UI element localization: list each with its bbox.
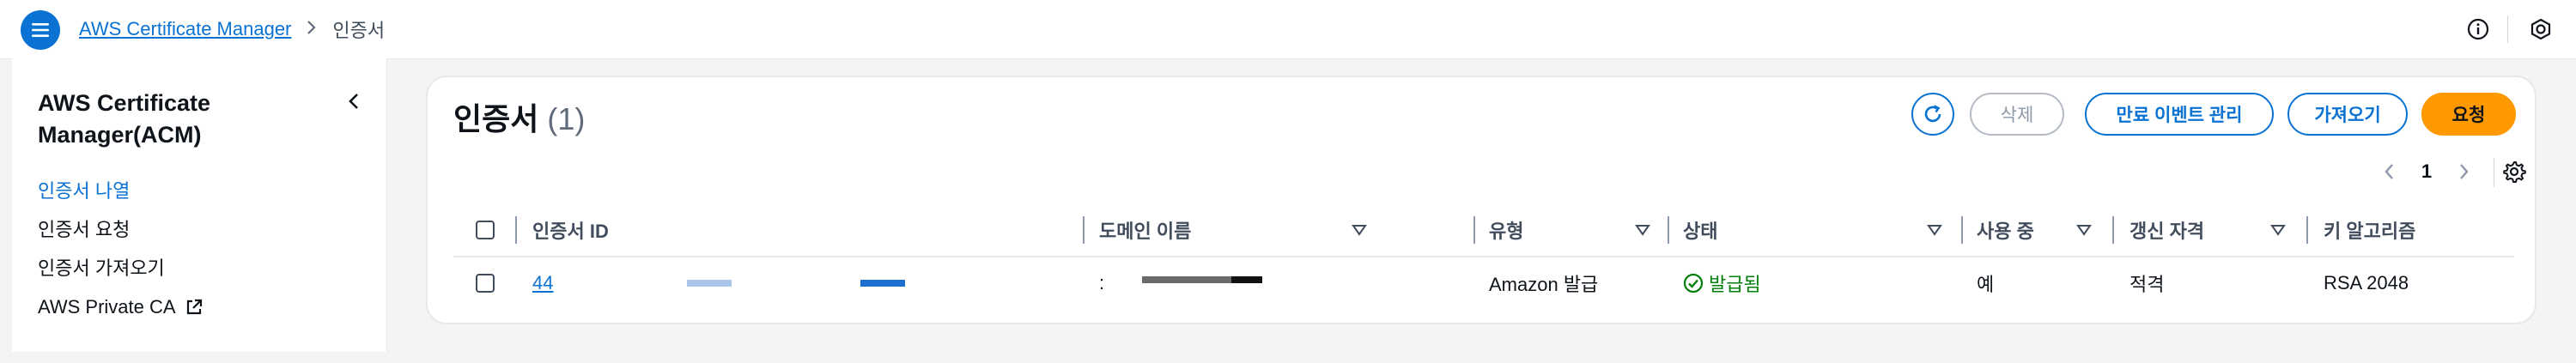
column-header-renewal-eligibility[interactable]: 갱신 자격 (2129, 204, 2204, 256)
topbar-divider (2507, 15, 2508, 43)
table-row[interactable]: 44 : Amazon 발급 발급됨 예 적격 RSA 2048 (453, 257, 2514, 309)
domain-name-cell: : (1099, 272, 1105, 293)
notifications-icon[interactable] (2529, 17, 2553, 41)
column-divider (2112, 216, 2114, 244)
sidebar-item-list-certificates[interactable]: 인증서 나열 (38, 172, 204, 210)
chevron-left-icon (349, 94, 358, 109)
request-button[interactable]: 요청 (2421, 93, 2516, 136)
renewal-eligibility-cell: 적격 (2129, 274, 2165, 295)
top-breadcrumb-bar: AWS Certificate Manager 인증서 (0, 0, 2576, 59)
chevron-right-icon (2460, 164, 2469, 179)
pagination: 1 (2370, 154, 2483, 189)
status-cell: 발급됨 (1683, 257, 1761, 309)
redacted-domain-segment (1142, 276, 1231, 283)
sidebar-item-request-certificate[interactable]: 인증서 요청 (38, 210, 204, 249)
sidebar-nav: 인증서 나열 인증서 요청 인증서 가져오기 AWS Private CA (38, 172, 204, 326)
certificates-container: 인증서 (1) 삭제 만료 이벤트 관리 가져오기 요청 1 인증서 ID 도메… (426, 76, 2537, 324)
next-page-button[interactable] (2445, 162, 2483, 181)
external-link-icon (185, 298, 204, 317)
column-divider (1668, 216, 1669, 244)
select-all-checkbox[interactable] (476, 221, 495, 239)
certificate-id-link[interactable]: 44 (532, 272, 553, 294)
delete-button[interactable]: 삭제 (1970, 93, 2064, 136)
chevron-right-icon (307, 18, 317, 40)
previous-page-button[interactable] (2370, 162, 2408, 181)
column-divider (515, 216, 517, 244)
status-badge: 발급됨 (1709, 274, 1761, 295)
current-page[interactable]: 1 (2408, 160, 2445, 183)
column-divider (1961, 216, 1963, 244)
sort-caret-icon[interactable] (1352, 223, 1367, 237)
sidebar-item-import-certificate[interactable]: 인증서 가져오기 (38, 249, 204, 287)
column-header-key-algorithm[interactable]: 키 알고리즘 (2324, 204, 2415, 256)
breadcrumb-link-acm[interactable]: AWS Certificate Manager (79, 18, 291, 40)
sort-caret-icon[interactable] (1635, 223, 1650, 237)
page-title: 인증서 (1) (453, 94, 585, 139)
sidebar-item-private-ca[interactable]: AWS Private CA (38, 287, 204, 326)
redacted-id-segment (860, 280, 905, 287)
column-header-in-use[interactable]: 사용 중 (1977, 204, 2034, 256)
breadcrumb: AWS Certificate Manager 인증서 (79, 15, 385, 43)
column-divider (2306, 216, 2308, 244)
sort-caret-icon[interactable] (2270, 223, 2286, 237)
preferences-button[interactable] (2502, 160, 2526, 184)
redacted-domain-segment (1231, 276, 1262, 283)
page-title-text: 인증서 (453, 101, 539, 136)
sidebar-item-label: 인증서 요청 (38, 219, 131, 240)
column-header-domain-name[interactable]: 도메인 이름 (1099, 204, 1191, 256)
column-divider (1473, 216, 1475, 244)
column-header-type[interactable]: 유형 (1489, 204, 1523, 256)
refresh-icon (1924, 105, 1941, 123)
table-header: 인증서 ID 도메인 이름 유형 상태 사용 중 갱신 자격 키 알고리즘 (453, 204, 2514, 257)
refresh-button[interactable] (1911, 93, 1954, 136)
info-icon[interactable] (2466, 17, 2490, 41)
sort-caret-icon[interactable] (2076, 223, 2092, 237)
certificate-id-cell: 44 (532, 257, 553, 309)
sidebar-item-label: 인증서 나열 (38, 180, 131, 202)
row-select-checkbox[interactable] (476, 274, 495, 293)
key-algorithm-cell: RSA 2048 (2324, 272, 2409, 293)
column-header-certificate-id[interactable]: 인증서 ID (532, 204, 609, 256)
sidebar-title: AWS Certificate Manager(ACM) (38, 90, 211, 148)
sort-caret-icon[interactable] (1927, 223, 1942, 237)
menu-button[interactable] (21, 10, 60, 50)
chevron-left-icon (2385, 164, 2393, 179)
breadcrumb-current: 인증서 (332, 20, 386, 41)
redacted-id-segment (687, 280, 732, 287)
gear-icon (2503, 161, 2526, 183)
sidebar: AWS Certificate Manager(ACM) 인증서 나열 인증서 … (12, 58, 387, 352)
column-header-status[interactable]: 상태 (1683, 204, 1717, 256)
certificate-count: (1) (547, 101, 586, 136)
import-button[interactable]: 가져오기 (2287, 93, 2408, 136)
type-cell: Amazon 발급 (1489, 274, 1599, 295)
sidebar-item-label: AWS Private CA (38, 296, 176, 318)
manage-expiry-events-button[interactable]: 만료 이벤트 관리 (2085, 93, 2274, 136)
page: AWS Certificate Manager 인증서 AWS Certific… (0, 0, 2576, 363)
in-use-cell: 예 (1977, 274, 1995, 295)
collapse-sidebar-button[interactable] (342, 89, 366, 113)
sidebar-item-label: 인증서 가져오기 (38, 257, 165, 279)
column-divider (1083, 216, 1084, 244)
hamburger-icon (32, 23, 49, 37)
check-circle-icon (1683, 273, 1704, 293)
